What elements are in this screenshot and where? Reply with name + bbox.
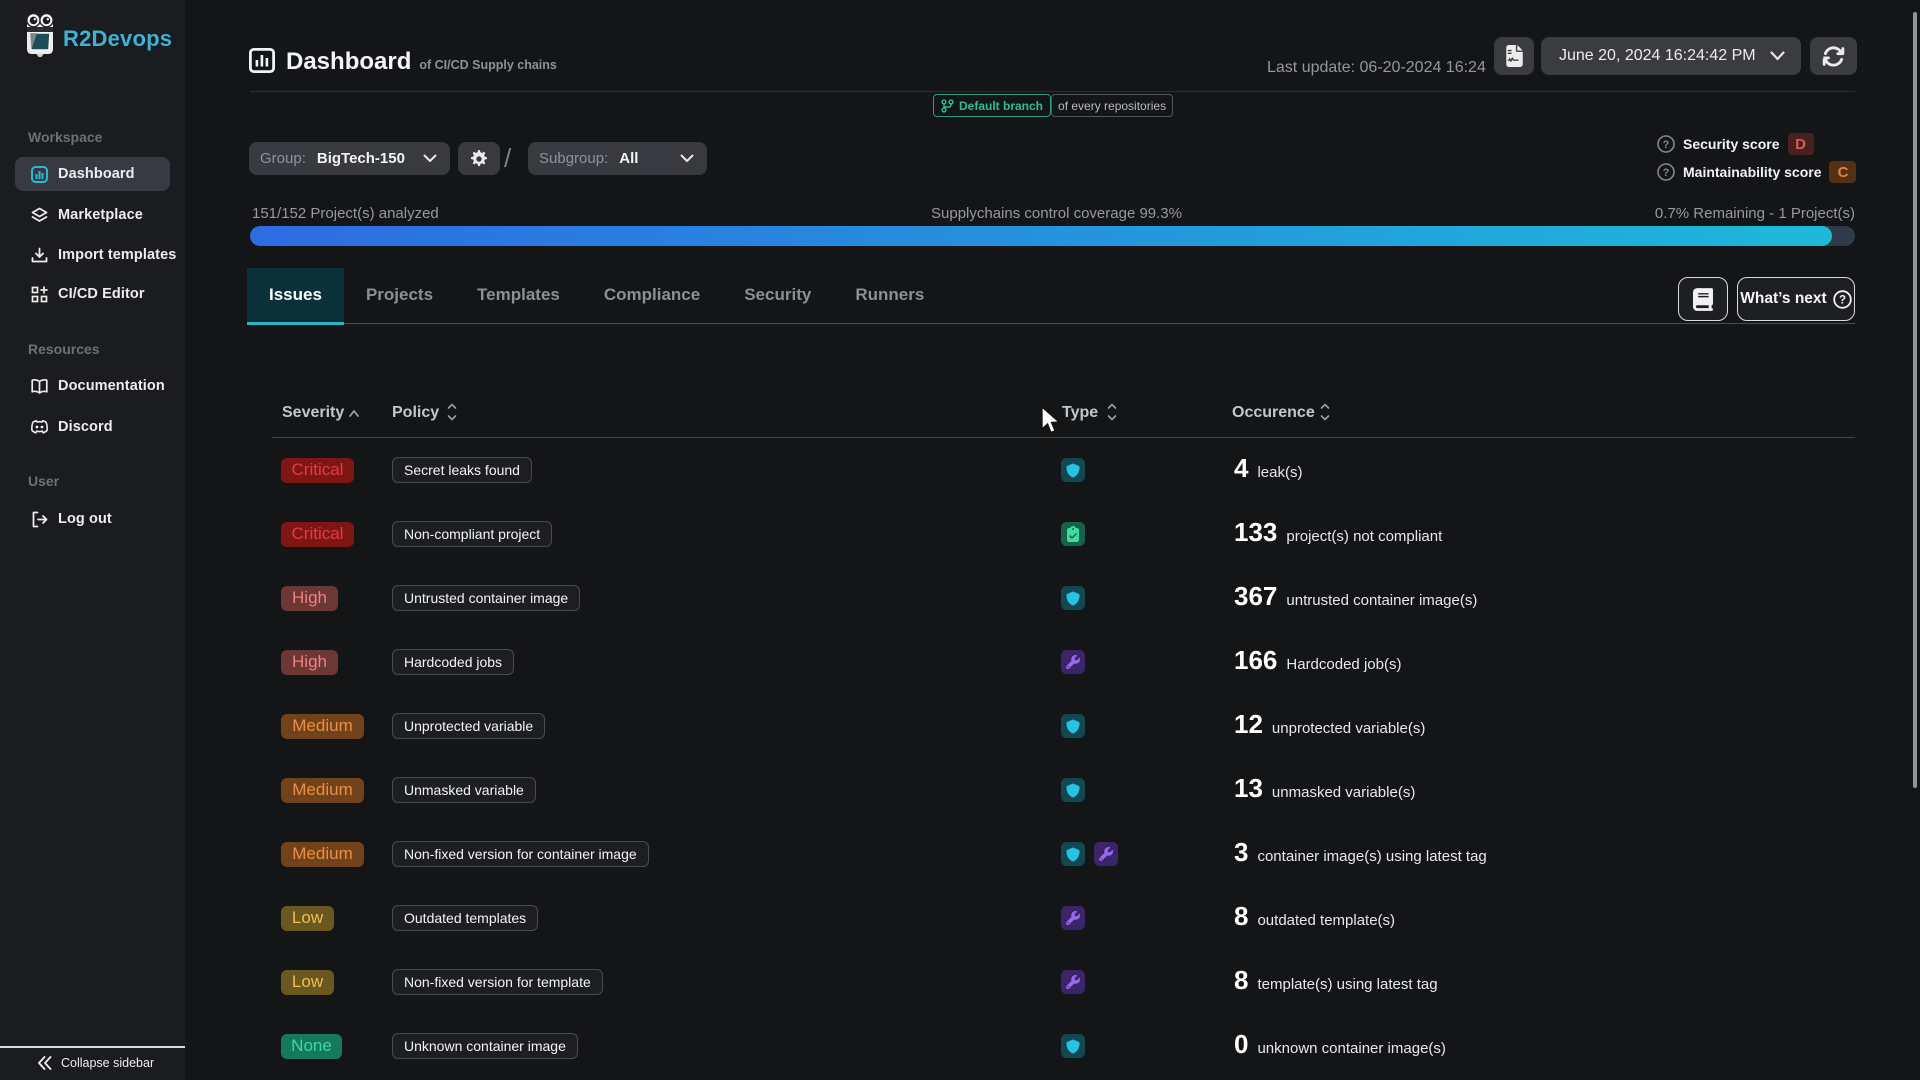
svg-text:?: ? — [1839, 294, 1846, 306]
svg-text:?: ? — [1663, 167, 1670, 179]
svg-text:?: ? — [1663, 139, 1670, 151]
